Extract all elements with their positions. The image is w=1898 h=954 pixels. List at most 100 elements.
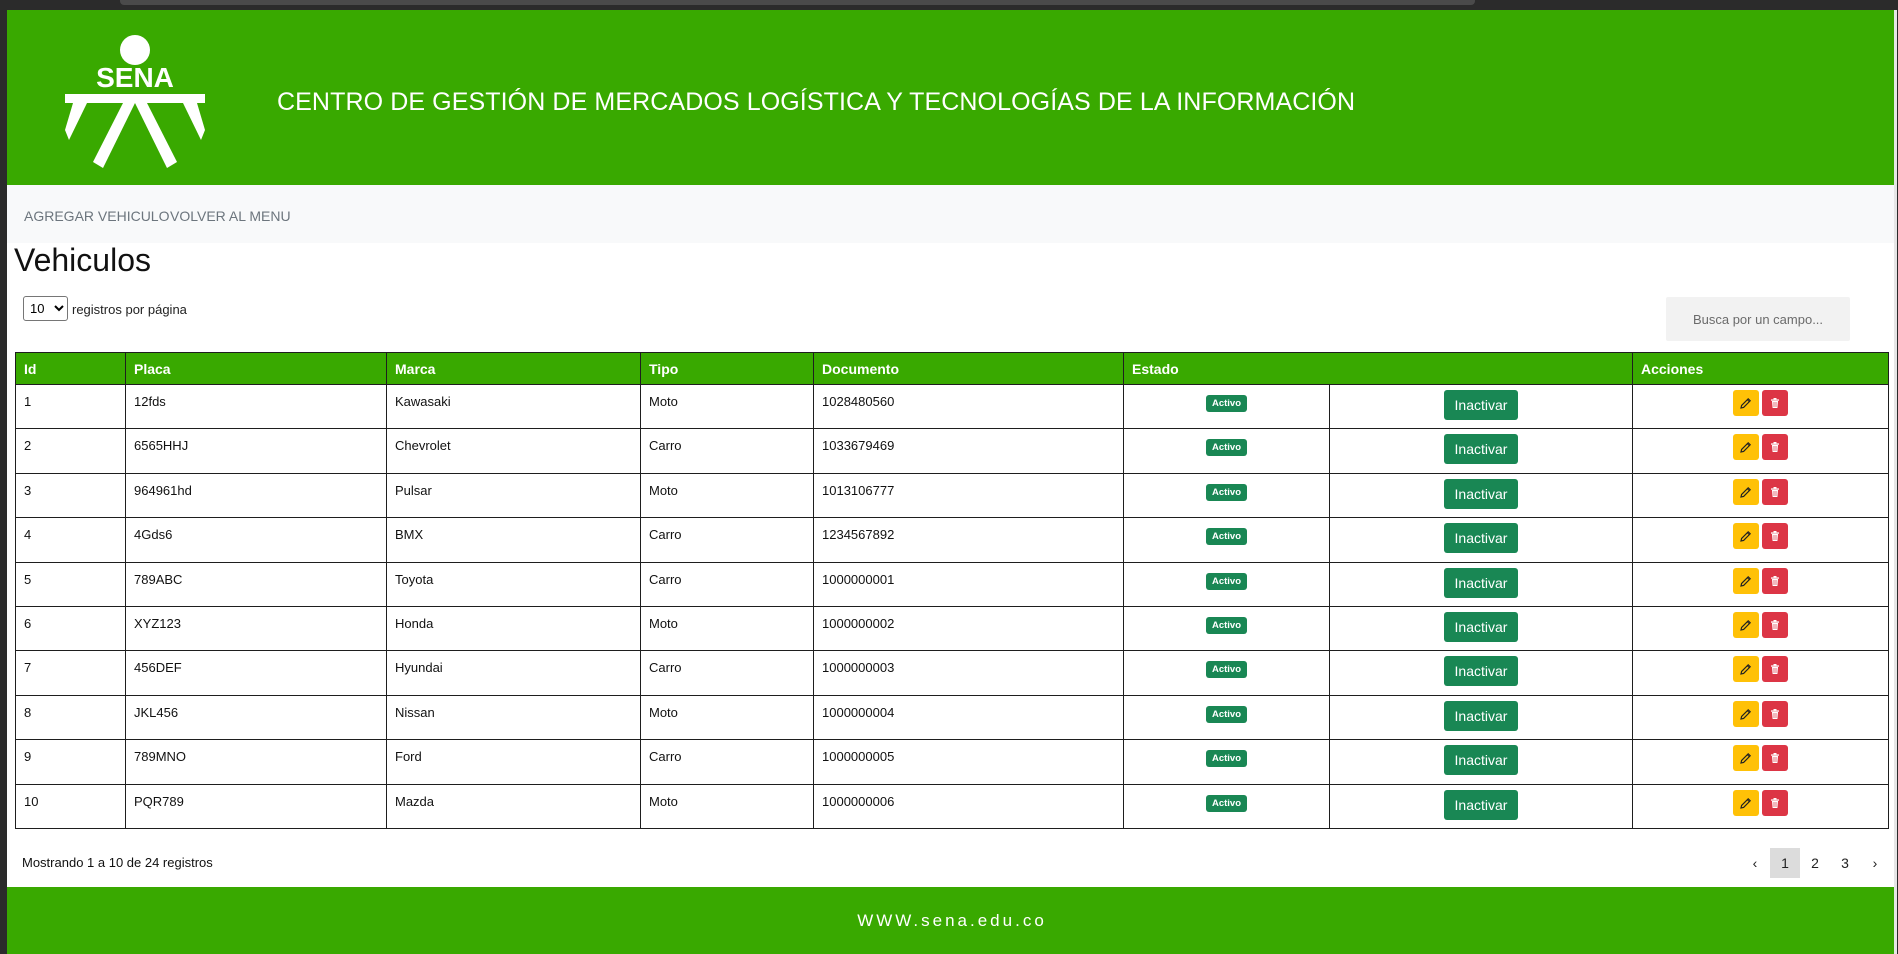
cell-toggle: Inactivar: [1329, 605, 1633, 652]
browser-top-strip: [0, 0, 1898, 10]
cell-id: 6: [15, 605, 126, 652]
cell-estado: Activo: [1123, 650, 1330, 696]
page-3-button[interactable]: 3: [1830, 848, 1860, 878]
inactivar-button[interactable]: Inactivar: [1443, 523, 1519, 554]
edit-button[interactable]: [1733, 611, 1759, 638]
cell-id: 2: [15, 428, 126, 474]
cell-id: 10: [15, 783, 126, 829]
delete-button[interactable]: [1762, 656, 1788, 683]
page-1-button[interactable]: 1: [1770, 848, 1800, 878]
delete-button[interactable]: [1762, 611, 1788, 638]
status-badge: Activo: [1205, 528, 1248, 546]
cell-tipo: Carro: [640, 739, 814, 785]
inactivar-button[interactable]: Inactivar: [1443, 789, 1519, 820]
inactivar-button[interactable]: Inactivar: [1443, 567, 1519, 598]
delete-button[interactable]: [1762, 745, 1788, 772]
cell-documento: 1013106777: [813, 472, 1124, 519]
delete-button[interactable]: [1762, 434, 1788, 461]
inactivar-button[interactable]: Inactivar: [1443, 611, 1519, 642]
sena-logo: SENA: [65, 30, 205, 175]
cell-toggle: Inactivar: [1329, 650, 1633, 696]
delete-button[interactable]: [1762, 478, 1788, 505]
header-estado[interactable]: Estado: [1123, 352, 1633, 385]
delete-button[interactable]: [1762, 789, 1788, 816]
cell-acciones: [1632, 561, 1889, 607]
table-row: 8 JKL456 Nissan Moto 1000000004 Activo Inactiv…: [15, 694, 1889, 741]
page: SENA CENTRO DE GESTIÓN DE MERCADOS LOGÍS…: [7, 10, 1897, 954]
edit-button[interactable]: [1733, 478, 1759, 505]
cell-id: 1: [15, 383, 126, 430]
edit-button[interactable]: [1733, 656, 1759, 683]
cell-estado: Activo: [1123, 739, 1330, 785]
cell-tipo: Moto: [640, 694, 814, 741]
cell-tipo: Moto: [640, 605, 814, 652]
table-row: 5 789ABC Toyota Carro 1000000001 Activo Inacti…: [15, 561, 1889, 607]
status-badge: Activo: [1205, 439, 1248, 457]
inactivar-button[interactable]: Inactivar: [1443, 700, 1519, 731]
table-row: 10 PQR789 Mazda Moto 1000000006 Activo Inactiv…: [15, 783, 1889, 829]
table-row: 4 4Gds6 BMX Carro 1234567892 Activo Inactivar: [15, 517, 1889, 563]
delete-button[interactable]: [1762, 523, 1788, 550]
cell-estado: Activo: [1123, 383, 1330, 430]
browser-address-bar: [120, 0, 1475, 5]
cell-estado: Activo: [1123, 517, 1330, 563]
prev-page-button[interactable]: ‹: [1740, 848, 1770, 878]
cell-id: 8: [15, 694, 126, 741]
header-id[interactable]: Id: [15, 352, 126, 385]
edit-button[interactable]: [1733, 789, 1759, 816]
page-2-button[interactable]: 2: [1800, 848, 1830, 878]
edit-button[interactable]: [1733, 745, 1759, 772]
header-tipo[interactable]: Tipo: [640, 352, 814, 385]
add-vehicle-link[interactable]: AGREGAR VEHICULO: [24, 208, 169, 224]
cell-documento: 1028480560: [813, 383, 1124, 430]
table-row: 1 12fds Kawasaki Moto 1028480560 Activo Inacti…: [15, 383, 1889, 430]
scrollbar[interactable]: [1894, 10, 1897, 954]
edit-button[interactable]: [1733, 523, 1759, 550]
delete-button[interactable]: [1762, 700, 1788, 727]
cell-marca: Hyundai: [386, 650, 641, 696]
status-badge: Activo: [1205, 483, 1248, 501]
next-page-button[interactable]: ›: [1860, 848, 1890, 878]
inactivar-button[interactable]: Inactivar: [1443, 478, 1519, 509]
cell-acciones: [1632, 383, 1889, 430]
status-badge: Activo: [1205, 661, 1248, 679]
inactivar-button[interactable]: Inactivar: [1443, 434, 1519, 465]
cell-documento: 1000000005: [813, 739, 1124, 785]
cell-acciones: [1632, 783, 1889, 829]
header-marca[interactable]: Marca: [386, 352, 641, 385]
table-header-row: Id Placa Marca Tipo Documento Estado Acc…: [15, 352, 1889, 385]
footer-site-link[interactable]: WWW.sena.edu.co: [857, 911, 1047, 930]
header-banner: SENA CENTRO DE GESTIÓN DE MERCADOS LOGÍS…: [7, 10, 1897, 185]
per-page-select[interactable]: 10: [23, 296, 68, 321]
cell-id: 9: [15, 739, 126, 785]
edit-button[interactable]: [1733, 700, 1759, 727]
cell-estado: Activo: [1123, 561, 1330, 607]
cell-placa: 6565HHJ: [125, 428, 387, 474]
delete-button[interactable]: [1762, 567, 1788, 594]
cell-id: 3: [15, 472, 126, 519]
cell-acciones: [1632, 472, 1889, 519]
cell-tipo: Carro: [640, 561, 814, 607]
inactivar-button[interactable]: Inactivar: [1443, 390, 1519, 420]
cell-acciones: [1632, 739, 1889, 785]
cell-placa: PQR789: [125, 783, 387, 829]
cell-placa: 456DEF: [125, 650, 387, 696]
header-documento[interactable]: Documento: [813, 352, 1124, 385]
header-acciones: Acciones: [1632, 352, 1889, 385]
header-placa[interactable]: Placa: [125, 352, 387, 385]
back-to-menu-link[interactable]: VOLVER AL MENU: [170, 208, 291, 224]
institution-name: CENTRO DE GESTIÓN DE MERCADOS LOGÍSTICA …: [277, 88, 1356, 116]
inactivar-button[interactable]: Inactivar: [1443, 656, 1519, 687]
edit-button[interactable]: [1733, 434, 1759, 461]
status-badge: Activo: [1205, 572, 1248, 590]
cell-tipo: Carro: [640, 517, 814, 563]
delete-button[interactable]: [1762, 390, 1788, 416]
vehicles-table: Id Placa Marca Tipo Documento Estado Acc…: [15, 352, 1889, 829]
cell-documento: 1000000002: [813, 605, 1124, 652]
edit-button[interactable]: [1733, 567, 1759, 594]
inactivar-button[interactable]: Inactivar: [1443, 745, 1519, 776]
search-input[interactable]: [1666, 297, 1850, 341]
edit-button[interactable]: [1733, 390, 1759, 416]
cell-documento: 1033679469: [813, 428, 1124, 474]
cell-marca: Kawasaki: [386, 383, 641, 430]
